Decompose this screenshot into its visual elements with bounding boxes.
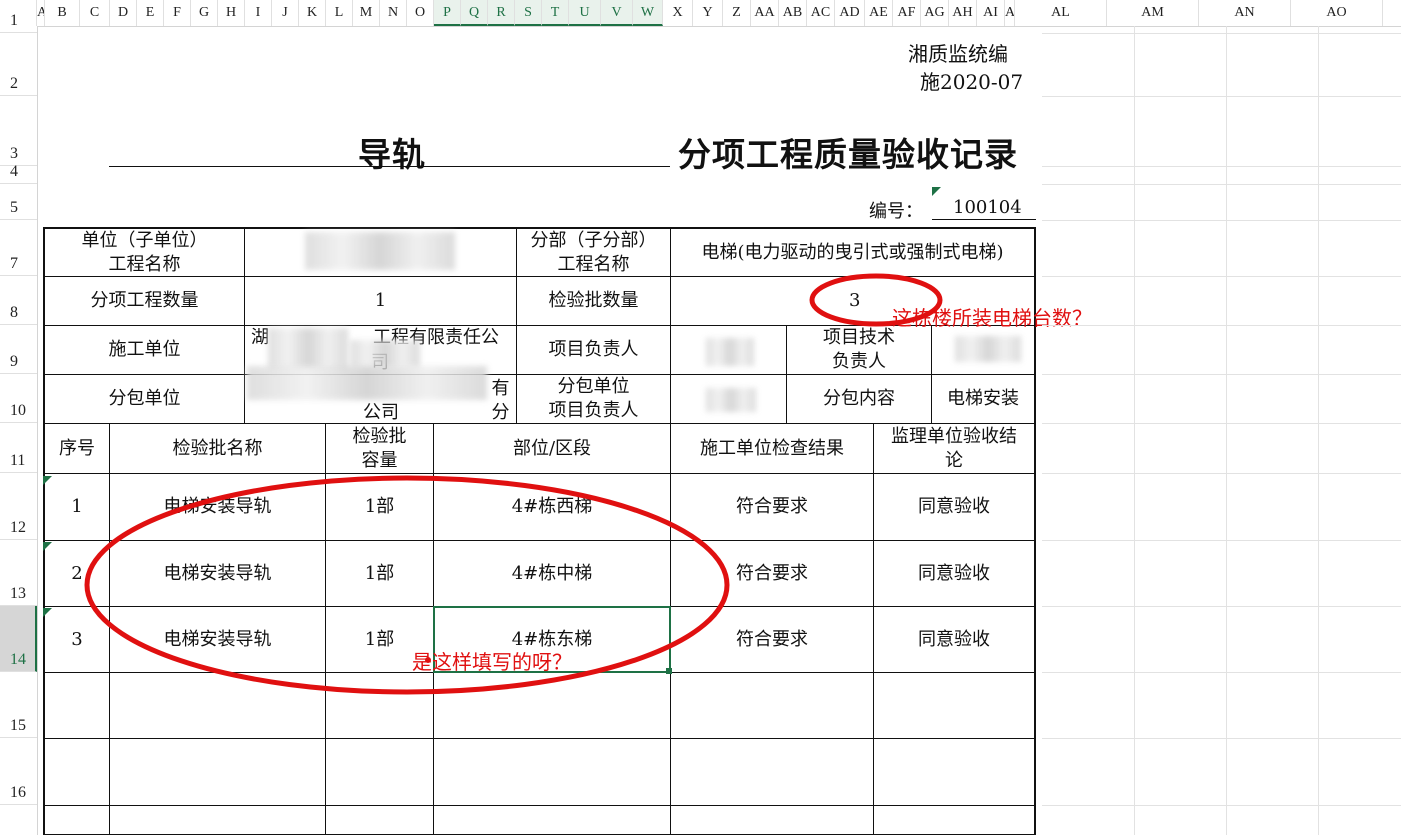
gridline — [1042, 96, 1401, 97]
gridline — [1134, 26, 1135, 835]
gridline — [1042, 423, 1401, 424]
annotation-overlay — [84, 273, 943, 695]
gridline — [1042, 184, 1401, 185]
gridline — [1042, 33, 1401, 34]
annotation-fill-question: 是这样填写的呀？ — [412, 650, 572, 674]
gridline — [1042, 220, 1401, 221]
gridline — [1042, 540, 1401, 541]
gridline — [1042, 672, 1401, 673]
gridline — [1042, 166, 1401, 167]
gridline — [1042, 276, 1401, 277]
gridline — [1042, 473, 1401, 474]
gridline — [1042, 606, 1401, 607]
gridline — [1042, 325, 1401, 326]
gridline — [1226, 26, 1227, 835]
annotation-elevator-count: 这栋楼所装电梯台数？ — [892, 306, 1092, 330]
gridline — [1042, 738, 1401, 739]
gridline — [1042, 374, 1401, 375]
annotation-ellipse-large — [84, 475, 730, 695]
gridline — [1042, 805, 1401, 806]
gridline — [1318, 26, 1319, 835]
